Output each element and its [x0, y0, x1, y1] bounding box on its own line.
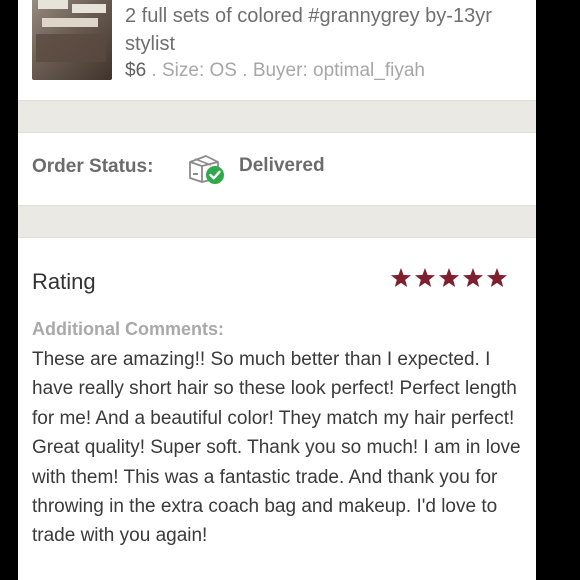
box-delivered-check-icon [189, 155, 224, 184]
order-status-row: Order Status: Delivered [18, 133, 536, 205]
rating-title: Rating [32, 269, 96, 294]
rating-section: Rating Additional Comments: These are am… [18, 238, 536, 580]
product-size: Size: OS [161, 60, 237, 81]
product-thumbnail[interactable] [32, 0, 112, 80]
section-divider [18, 100, 536, 133]
product-title[interactable]: 2 full sets of colored #grannygrey by-13… [125, 2, 525, 58]
star-rating [391, 268, 507, 287]
screen: 2 full sets of colored #grannygrey by-13… [18, 0, 536, 580]
section-divider [18, 205, 536, 238]
product-summary[interactable]: 2 full sets of colored #grannygrey by-13… [18, 0, 536, 100]
star-icon [415, 268, 435, 287]
meta-separator: . [146, 60, 162, 81]
comments-label: Additional Comments: [32, 319, 224, 339]
star-icon [439, 268, 459, 287]
star-icon [391, 268, 411, 287]
order-status-value: Delivered [239, 155, 325, 176]
product-buyer: Buyer: optimal_fiyah [252, 60, 425, 81]
product-meta: $6 . Size: OS . Buyer: optimal_fiyah [125, 58, 525, 84]
star-icon [463, 268, 483, 287]
star-icon [487, 268, 507, 287]
comments-text: These are amazing!! So much better than … [32, 349, 521, 547]
product-price: $6 [125, 60, 147, 81]
order-status-label: Order Status: [32, 156, 154, 177]
meta-separator: . [236, 60, 253, 81]
